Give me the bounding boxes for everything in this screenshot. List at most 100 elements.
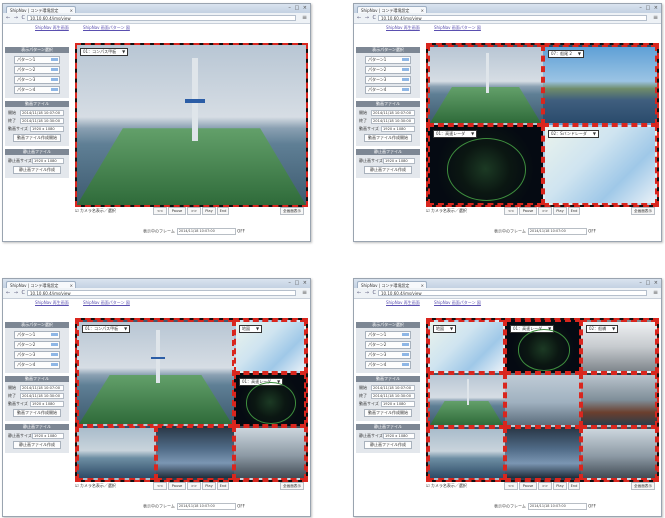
video-viewer[interactable]: 07：船尾 2 ▼ 01：高速レーダ ▼ 02：Sバンドレーダ ▼ <box>426 43 659 207</box>
size-select[interactable]: 1920 x 1080 <box>30 401 64 407</box>
frame-field[interactable]: 2014/11/18 10:07:00 <box>176 503 236 510</box>
create-video-button[interactable]: 動画ファイル作成開始 <box>364 409 412 417</box>
camera-name-toggle[interactable]: ☑ カメラ名表示／選択 <box>426 208 467 214</box>
play-button[interactable]: Play <box>553 482 567 490</box>
play-button[interactable]: Play <box>202 207 216 215</box>
camera-cell-1[interactable] <box>428 45 543 125</box>
camera-cell-9[interactable] <box>581 427 657 480</box>
end-button[interactable]: End <box>568 482 580 490</box>
camera-cell-6[interactable] <box>234 426 306 480</box>
menu-icon[interactable]: ≡ <box>302 14 307 21</box>
end-field[interactable]: 2014/11/18 10:30:00 <box>20 393 64 399</box>
camera-label[interactable]: 地図 ▼ <box>433 325 457 333</box>
pattern-button-2[interactable]: パターン2 <box>14 66 60 74</box>
video-viewer[interactable]: 01：コンパス甲板 ▼ <box>75 43 308 207</box>
create-still-button[interactable]: 静止画ファイル作成 <box>364 166 412 174</box>
pattern-button-3[interactable]: パターン3 <box>14 76 60 84</box>
menu-icon[interactable]: ≡ <box>653 289 658 296</box>
still-size-select[interactable]: 1920 x 1080 <box>32 158 64 164</box>
play-button[interactable]: Play <box>553 207 567 215</box>
frame-field[interactable]: 2014/11/18 10:07:00 <box>527 503 587 510</box>
url-input[interactable]: 10.10.60.4/ims/view <box>27 290 296 296</box>
camera-label[interactable]: 01：コンパス甲板 ▼ <box>80 48 129 56</box>
browser-tab[interactable]: ShipNav | コンテ環境設定 × <box>6 6 76 13</box>
forward-button[interactable]: >> <box>187 482 201 490</box>
replay-link[interactable]: ShipNav 再生画面 <box>386 25 420 31</box>
pause-button[interactable]: Pause <box>168 482 186 490</box>
camera-cell-5[interactable] <box>156 426 234 480</box>
rewind-button[interactable]: << <box>153 207 167 215</box>
fullscreen-button[interactable]: 全画面表示 <box>631 482 655 490</box>
size-select[interactable]: 1920 x 1080 <box>381 126 415 132</box>
forward-button[interactable]: >> <box>187 207 201 215</box>
browser-tab[interactable]: ShipNav | コンテ環境設定 × <box>357 6 427 13</box>
video-viewer[interactable]: 地図 ▼ 01：高速レーダ ▼ 02：船橋 ▼ <box>426 318 659 482</box>
still-size-select[interactable]: 1920 x 1080 <box>383 158 415 164</box>
camera-label[interactable]: 01：コンパス甲板 ▼ <box>82 325 131 333</box>
forward-button[interactable]: >> <box>538 482 552 490</box>
pattern-button-1[interactable]: パターン1 <box>14 56 60 64</box>
end-field[interactable]: 2014/11/18 10:30:00 <box>20 118 64 124</box>
end-button[interactable]: End <box>568 207 580 215</box>
camera-cell-4[interactable] <box>77 426 156 480</box>
pattern-link[interactable]: ShipNav 画面パターン 図 <box>83 300 130 306</box>
camera-label[interactable]: 02：Sバンドレーダ ▼ <box>548 130 599 138</box>
forward-button[interactable]: >> <box>538 207 552 215</box>
camera-cell-8[interactable] <box>505 427 581 480</box>
fullscreen-button[interactable]: 全画面表示 <box>280 482 304 490</box>
size-select[interactable]: 1920 x 1080 <box>30 126 64 132</box>
camera-cell-3[interactable]: 02：船橋 ▼ <box>581 320 657 373</box>
camera-label[interactable]: 01：高速レーダ ▼ <box>510 325 555 333</box>
pattern-button-3[interactable]: パターン3 <box>365 351 411 359</box>
start-field[interactable]: 2014/11/18 10:07:00 <box>371 385 415 391</box>
size-select[interactable]: 1920 x 1080 <box>381 401 415 407</box>
window-controls[interactable]: – □ × <box>288 280 308 286</box>
window-controls[interactable]: – □ × <box>288 5 308 11</box>
pattern-button-1[interactable]: パターン1 <box>14 331 60 339</box>
replay-link[interactable]: ShipNav 再生画面 <box>35 25 69 31</box>
start-field[interactable]: 2014/11/18 10:07:00 <box>371 110 415 116</box>
replay-link[interactable]: ShipNav 再生画面 <box>386 300 420 306</box>
camera-cell-2[interactable]: 07：船尾 2 ▼ <box>543 45 657 125</box>
still-size-select[interactable]: 1920 x 1080 <box>383 433 415 439</box>
camera-cell-4[interactable] <box>428 373 505 427</box>
url-input[interactable]: 10.10.60.4/ims/view <box>378 290 647 296</box>
pause-button[interactable]: Pause <box>519 482 537 490</box>
camera-cell-6[interactable] <box>581 373 657 427</box>
create-video-button[interactable]: 動画ファイル作成開始 <box>13 134 61 142</box>
camera-cell-3[interactable]: 01：高速レーダ ▼ <box>428 125 543 205</box>
camera-label[interactable]: 01：高速レーダ ▼ <box>433 130 478 138</box>
pattern-button-4[interactable]: パターン4 <box>14 86 60 94</box>
pattern-link[interactable]: ShipNav 画面パターン 図 <box>434 300 481 306</box>
window-controls[interactable]: – □ × <box>639 280 659 286</box>
pattern-button-4[interactable]: パターン4 <box>365 361 411 369</box>
pattern-button-3[interactable]: パターン3 <box>365 76 411 84</box>
create-still-button[interactable]: 静止画ファイル作成 <box>364 441 412 449</box>
camera-name-toggle[interactable]: ☑ カメラ名表示／選択 <box>75 208 116 214</box>
menu-icon[interactable]: ≡ <box>653 14 658 21</box>
camera-label[interactable]: 01：高速レーダ ▼ <box>239 378 284 386</box>
menu-icon[interactable]: ≡ <box>302 289 307 296</box>
camera-cell-1[interactable]: 地図 ▼ <box>428 320 505 373</box>
end-field[interactable]: 2014/11/18 10:30:00 <box>371 393 415 399</box>
camera-label[interactable]: 地図 ▼ <box>239 325 263 333</box>
nav-buttons[interactable]: ← → C <box>6 290 26 296</box>
pause-button[interactable]: Pause <box>168 207 186 215</box>
create-still-button[interactable]: 静止画ファイル作成 <box>13 166 61 174</box>
pause-button[interactable]: Pause <box>519 207 537 215</box>
camera-cell-2[interactable]: 01：高速レーダ ▼ <box>505 320 581 373</box>
pattern-button-1[interactable]: パターン1 <box>365 56 411 64</box>
pattern-button-2[interactable]: パターン2 <box>365 66 411 74</box>
rewind-button[interactable]: << <box>153 482 167 490</box>
pattern-button-3[interactable]: パターン3 <box>14 351 60 359</box>
url-input[interactable]: 10.10.60.4/ims/view <box>378 15 647 21</box>
pattern-button-2[interactable]: パターン2 <box>14 341 60 349</box>
pattern-link[interactable]: ShipNav 画面パターン 図 <box>83 25 130 31</box>
video-viewer[interactable]: 01：コンパス甲板 ▼ 地図 ▼ 01：高速レーダ ▼ <box>75 318 308 482</box>
camera-label[interactable]: 07：船尾 2 ▼ <box>548 50 584 58</box>
camera-cell-3[interactable]: 01：高速レーダ ▼ <box>234 373 306 426</box>
camera-label[interactable]: 02：船橋 ▼ <box>586 325 619 333</box>
rewind-button[interactable]: << <box>504 207 518 215</box>
nav-buttons[interactable]: ← → C <box>357 290 377 296</box>
nav-buttons[interactable]: ← → C <box>357 15 377 21</box>
